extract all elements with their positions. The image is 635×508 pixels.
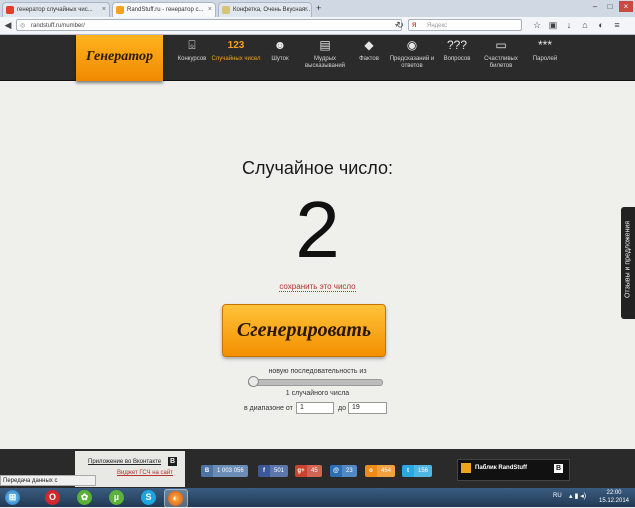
save-number-link-row: сохранить это число [0,282,635,292]
download-icon[interactable]: ↓ [563,19,575,31]
vk-icon: B [204,468,210,474]
reload-icon[interactable]: ↻ [394,19,406,31]
taskbar-opera[interactable]: O [42,489,64,506]
count-slider-track[interactable] [248,379,383,386]
save-number-link[interactable]: сохранить это число [279,282,356,292]
minimize-window-icon[interactable]: – [588,1,602,12]
utorrent-icon: µ [109,490,124,505]
page-title: Случайное число: [241,158,394,178]
opera-icon: O [45,490,60,505]
clock-date: 15.12.2014 [598,498,630,504]
vk-app-link[interactable]: Приложение во Вконтакте [88,459,161,465]
site-logo[interactable]: Генератор [76,35,163,81]
tab-title: генератор случайных чис... [17,7,93,13]
widget-link[interactable]: Виджет ГСЧ на сайт [117,470,173,476]
mail-icon: @ [333,468,339,474]
url-text: randstuff.ru/number/ [31,23,85,29]
clock-time: 22:00 [606,490,622,496]
search-placeholder: Яндекс [427,23,448,29]
page-favicon-icon [222,6,230,14]
maximize-window-icon[interactable]: □ [603,1,617,12]
sync-icon[interactable]: ◐ [595,19,607,31]
skype-icon: S [141,490,156,505]
vk-icon[interactable]: В [554,464,563,473]
firefox-icon: ◐ [168,491,183,506]
password-icon: *** [537,38,552,52]
gplus-icon: g+ [297,468,305,474]
share-count: 501 [270,465,289,477]
bookmark-star-icon[interactable]: ☆ [531,19,543,31]
tray-icons[interactable]: ▴ ▮ ◂) [569,492,586,500]
share-count: 23 [342,465,357,477]
close-window-icon[interactable]: × [619,1,633,12]
feedback-tab[interactable]: Отзывы и предложения [621,207,635,319]
taskbar-skype[interactable]: S [138,489,160,506]
random-number-result: 2 [295,185,340,274]
new-tab-button[interactable]: + [316,3,321,13]
back-arrow-icon[interactable]: ◀ [2,19,14,31]
share-mail[interactable]: @ 23 [330,465,357,477]
url-bar[interactable]: ◎ randstuff.ru/number/ ▾ [16,19,402,31]
share-gplus[interactable]: g+ 45 [295,465,322,477]
menu-item-passwords[interactable]: *** Паролей [519,38,571,63]
start-button[interactable]: ⊞ [2,489,24,506]
randstuff-favicon-icon [116,6,124,14]
bookmarks-icon[interactable]: ▣ [547,19,559,31]
count-label: 1 случайного числа [285,390,350,397]
range-to-input[interactable] [348,402,387,414]
share-count: 1 003 056 [213,465,248,477]
share-count: 45 [307,465,322,477]
count-slider-handle[interactable] [248,376,259,387]
public-page-label: Паблик RandStuff [475,465,528,471]
randstuff-logo-icon [461,463,471,473]
share-count: 454 [377,465,396,477]
home-icon[interactable]: ⌂ [579,19,591,31]
share-odnoklassniki[interactable]: о 454 [365,465,396,477]
range-from-label: в диапазоне от [244,405,293,412]
taskbar-firefox[interactable]: ◐ [164,489,188,508]
language-indicator[interactable]: RU [553,493,562,499]
yandex-favicon-icon [6,6,14,14]
vk-icon[interactable]: В [168,457,177,466]
taskbar-utorrent[interactable]: µ [106,489,128,506]
windows-logo-icon: ⊞ [5,490,20,505]
range-to-label: до [338,405,346,412]
close-tab-icon[interactable]: × [208,3,212,17]
browser-tab-3[interactable]: Конфетка, Очень Вкусная... × [218,2,312,17]
search-input[interactable]: Я Яндекс [408,19,522,31]
feedback-tab-label: Отзывы и предложения [624,220,632,299]
tab-title: Конфетка, Очень Вкусная... [233,7,311,13]
browser-tab-2[interactable]: RandStuff.ru - генератор с... × [112,2,216,17]
menu-icon[interactable]: ≡ [611,19,623,31]
browser-tab-1[interactable]: генератор случайных чис... × [2,2,110,17]
share-count: 156 [414,465,433,477]
close-tab-icon[interactable]: × [304,3,308,17]
share-twitter[interactable]: t 156 [402,465,433,477]
share-facebook[interactable]: f 501 [258,465,289,477]
icq-icon: ✿ [77,490,92,505]
sequence-label: новую последовательность из [268,368,367,375]
share-vk[interactable]: B 1 003 056 [201,465,248,477]
close-tab-icon[interactable]: × [102,3,106,17]
tab-title: RandStuff.ru - генератор с... [127,7,204,13]
globe-icon: ◎ [20,23,26,29]
taskbar-clock[interactable]: 22:00 15.12.2014 [596,489,632,505]
range-from-input[interactable] [296,402,334,414]
twitter-icon: t [407,468,409,474]
generate-button[interactable]: Сгенерировать [222,304,386,357]
facebook-icon: f [263,468,265,474]
yandex-search-icon: Я [412,23,417,29]
status-bar: Передача данных с mc.yandex.ru... [0,475,96,495]
ok-icon: о [369,468,373,474]
taskbar-icq[interactable]: ✿ [74,489,96,506]
